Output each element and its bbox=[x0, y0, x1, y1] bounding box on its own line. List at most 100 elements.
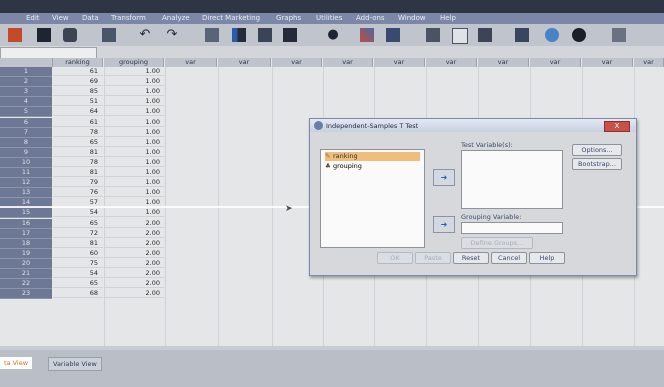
menu-edit[interactable]: Edit bbox=[26, 14, 40, 22]
source-variable-list[interactable]: ✎ ranking ♣ grouping bbox=[320, 149, 425, 248]
cell-grouping[interactable]: 1.00 bbox=[104, 168, 164, 177]
column-header-8[interactable]: var bbox=[478, 58, 529, 67]
menu-utilities[interactable]: Utilities bbox=[316, 14, 342, 22]
cell-grouping[interactable]: 2.00 bbox=[104, 259, 164, 268]
cell-ranking[interactable]: 68 bbox=[53, 289, 103, 299]
weight-cases-icon[interactable] bbox=[386, 28, 400, 42]
menu-graphs[interactable]: Graphs bbox=[276, 14, 301, 22]
column-header-5[interactable]: var bbox=[323, 58, 373, 67]
row-number[interactable]: 13 bbox=[0, 188, 52, 199]
table-row[interactable]: 4 51 1.00 bbox=[0, 97, 664, 108]
menu-analyze[interactable]: Analyze bbox=[162, 14, 190, 22]
table-row[interactable]: 23 68 2.00 bbox=[0, 289, 664, 300]
cell-grouping[interactable]: 1.00 bbox=[104, 77, 164, 87]
cell-ranking[interactable]: 61 bbox=[53, 67, 103, 76]
cell-grouping[interactable]: 2.00 bbox=[104, 289, 164, 299]
column-header-7[interactable]: var bbox=[426, 58, 477, 67]
cell-grouping[interactable]: 1.00 bbox=[104, 118, 164, 127]
row-number[interactable]: 8 bbox=[0, 137, 52, 148]
column-header-3[interactable]: var bbox=[218, 58, 271, 67]
row-number[interactable]: 12 bbox=[0, 178, 52, 189]
column-header-1[interactable]: grouping bbox=[104, 58, 164, 67]
redo-icon[interactable]: ↷ bbox=[165, 28, 179, 42]
move-to-test-variables-button[interactable]: ➜ bbox=[433, 169, 455, 186]
options-button[interactable]: Options... bbox=[572, 144, 622, 156]
cell-ranking[interactable]: 81 bbox=[53, 168, 103, 177]
cell-grouping[interactable]: 1.00 bbox=[104, 138, 164, 147]
cell-ranking[interactable]: 85 bbox=[53, 87, 103, 97]
cell-grouping[interactable]: 2.00 bbox=[104, 219, 164, 228]
cell-grouping[interactable]: 1.00 bbox=[104, 67, 164, 76]
find-icon[interactable]: ● bbox=[326, 28, 340, 42]
row-number[interactable]: 18 bbox=[0, 238, 52, 249]
cell-ranking[interactable]: 81 bbox=[53, 148, 103, 157]
goto-case-icon[interactable] bbox=[205, 28, 219, 42]
cancel-button[interactable]: Cancel bbox=[491, 252, 527, 264]
cell-grouping[interactable]: 2.00 bbox=[104, 279, 164, 289]
column-header-0[interactable]: ranking bbox=[53, 58, 103, 67]
column-header-10[interactable]: var bbox=[582, 58, 633, 67]
help-button[interactable]: Help bbox=[529, 252, 565, 264]
cell-ranking[interactable]: 61 bbox=[53, 118, 103, 127]
column-header-2[interactable]: var bbox=[165, 58, 217, 67]
reset-button[interactable]: Reset bbox=[453, 252, 489, 264]
cell-ranking[interactable]: 79 bbox=[53, 178, 103, 188]
column-header-11[interactable]: var bbox=[634, 58, 664, 67]
row-number[interactable]: 17 bbox=[0, 228, 52, 239]
cell-grouping[interactable]: 1.00 bbox=[104, 148, 164, 157]
row-number[interactable]: 22 bbox=[0, 279, 52, 290]
cell-grouping[interactable]: 1.00 bbox=[104, 208, 164, 218]
bootstrap-button[interactable]: Bootstrap... bbox=[572, 158, 622, 170]
table-row[interactable]: 2 69 1.00 bbox=[0, 77, 664, 88]
custom-icon[interactable] bbox=[612, 28, 626, 42]
cell-grouping[interactable]: 2.00 bbox=[104, 239, 164, 248]
define-groups-button[interactable]: Define Groups... bbox=[461, 237, 533, 249]
paste-button[interactable]: Paste bbox=[415, 252, 451, 264]
cell-ranking[interactable]: 54 bbox=[53, 269, 103, 278]
grid-corner[interactable] bbox=[0, 58, 53, 67]
cell-ranking[interactable]: 76 bbox=[53, 188, 103, 198]
cell-ranking[interactable]: 65 bbox=[53, 138, 103, 147]
print-icon[interactable] bbox=[63, 28, 77, 42]
cell-grouping[interactable]: 1.00 bbox=[104, 128, 164, 137]
cell-ranking[interactable]: 60 bbox=[53, 249, 103, 258]
table-row[interactable]: 22 65 2.00 bbox=[0, 279, 664, 290]
cell-grouping[interactable]: 1.00 bbox=[104, 178, 164, 188]
menu-data[interactable]: Data bbox=[82, 14, 99, 22]
list-item-ranking[interactable]: ✎ ranking bbox=[325, 152, 420, 161]
row-number[interactable]: 4 bbox=[0, 97, 52, 108]
save-icon[interactable] bbox=[37, 28, 51, 42]
cell-grouping[interactable]: 2.00 bbox=[104, 249, 164, 258]
cell-ranking[interactable]: 78 bbox=[53, 128, 103, 137]
tab-data-view[interactable]: ta View bbox=[0, 357, 33, 369]
menu-add-ons[interactable]: Add-ons bbox=[356, 14, 385, 22]
menu-direct-marketing[interactable]: Direct Marketing bbox=[202, 14, 260, 22]
dialog-title-bar[interactable]: Independent-Samples T Test X bbox=[310, 119, 636, 132]
table-row[interactable]: 1 61 1.00 bbox=[0, 67, 664, 77]
row-number[interactable]: 11 bbox=[0, 168, 52, 178]
cell-ranking[interactable]: 54 bbox=[53, 208, 103, 218]
dialog-recall-icon[interactable] bbox=[102, 28, 116, 42]
row-number[interactable]: 21 bbox=[0, 269, 52, 279]
table-row[interactable]: 5 64 1.00 bbox=[0, 107, 664, 118]
cell-ranking[interactable]: 78 bbox=[53, 158, 103, 167]
column-header-6[interactable]: var bbox=[374, 58, 425, 67]
cell-ranking[interactable]: 75 bbox=[53, 259, 103, 268]
cell-grouping[interactable]: 1.00 bbox=[104, 87, 164, 97]
table-row[interactable]: 3 85 1.00 bbox=[0, 87, 664, 98]
use-sets-icon[interactable] bbox=[478, 28, 492, 42]
menu-view[interactable]: View bbox=[52, 14, 69, 22]
row-number[interactable]: 6 bbox=[0, 117, 52, 128]
row-number[interactable]: 20 bbox=[0, 258, 52, 269]
cell-ranking[interactable]: 69 bbox=[53, 77, 103, 87]
menu-transform[interactable]: Transform bbox=[111, 14, 146, 22]
ok-button[interactable]: OK bbox=[377, 252, 413, 264]
split-file-icon[interactable] bbox=[360, 28, 374, 42]
insert-cases-icon[interactable] bbox=[283, 28, 297, 42]
scale-icon[interactable] bbox=[515, 28, 529, 42]
column-header-4[interactable]: var bbox=[272, 58, 322, 67]
grouping-variable-field[interactable] bbox=[461, 222, 563, 234]
cell-grouping[interactable]: 2.00 bbox=[104, 229, 164, 238]
row-number[interactable]: 15 bbox=[0, 208, 52, 219]
cell-ranking[interactable]: 64 bbox=[53, 107, 103, 117]
